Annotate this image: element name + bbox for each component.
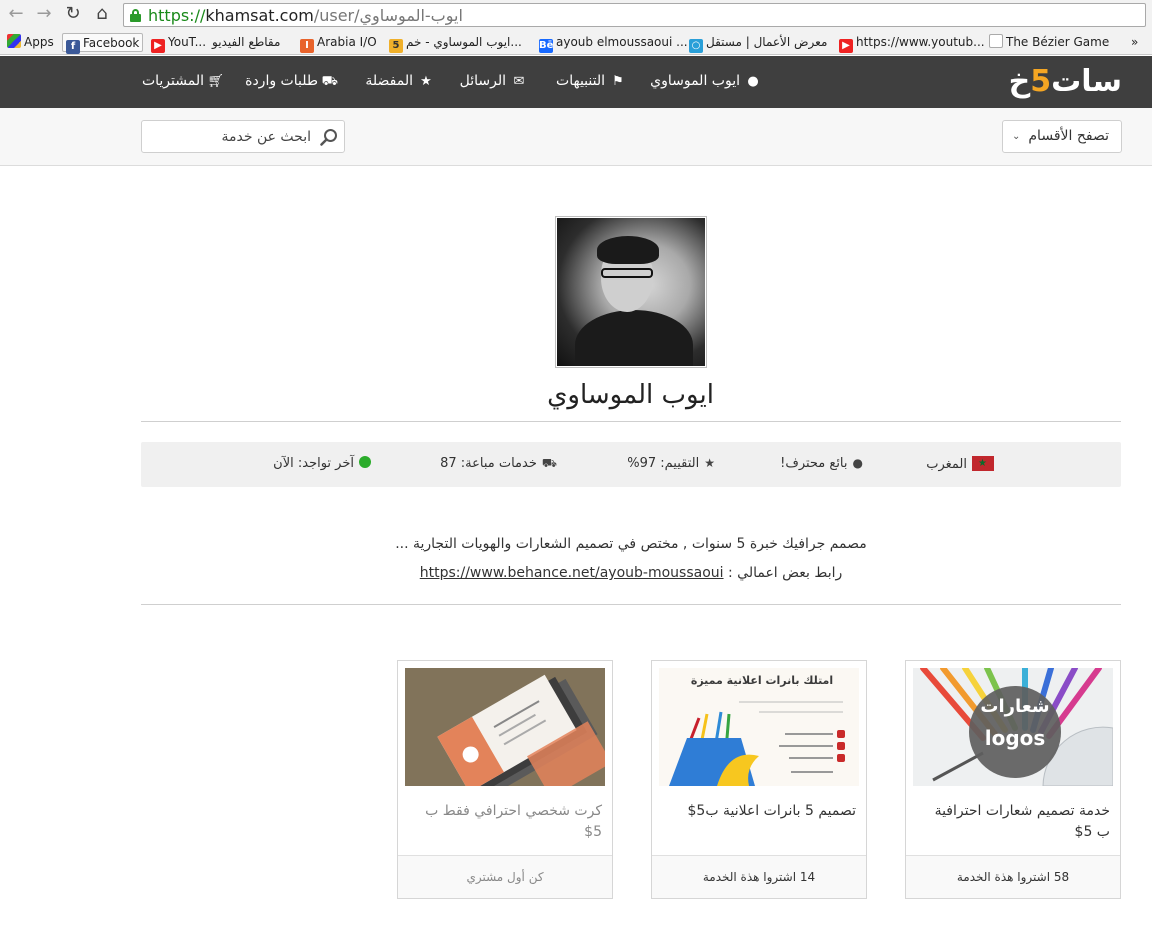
bookmarks-overflow-chevron-icon[interactable]: » [1131, 33, 1138, 52]
star-icon: ★ [704, 456, 715, 470]
morocco-flag-icon [972, 456, 994, 471]
search-bar-row: تصفح الأقسام ⌄ [0, 108, 1152, 166]
service-sales-count: كن أول مشتري [398, 855, 612, 898]
thumb-text-latin: logos [984, 726, 1046, 750]
stat-country: المغرب [926, 456, 994, 472]
divider [141, 421, 1121, 422]
arabia-io-icon: I [300, 39, 314, 53]
online-status-icon [359, 456, 371, 468]
page-icon [989, 34, 1003, 48]
bio-portfolio-line: رابط بعض اعمالي : https://www.behance.ne… [419, 565, 843, 581]
profile-bio: مصمم جرافيك خبرة 5 سنوات , مختص في تصميم… [141, 530, 1121, 588]
service-thumbnail[interactable]: امتلك بانرات اعلانية مميزة [659, 668, 859, 786]
bookmark-apps[interactable]: Apps [4, 33, 54, 52]
site-header: سات5خ ●ايوب الموساوي ⚑التنبيهات ✉الرسائل… [0, 56, 1152, 108]
apps-grid-icon [7, 34, 21, 48]
divider [141, 604, 1121, 605]
youtube-icon: ▶ [839, 39, 853, 53]
service-title[interactable]: خدمة تصميم شعارات احترافية ب 5$ [918, 801, 1110, 843]
browser-toolbar: ← → ↻ ⌂ https://khamsat.com/user/ايوب-ال… [0, 0, 1152, 30]
bookmarks-bar: Apps f Facebook ▶ YouT... مقاطع الفيديو IA… [0, 30, 1152, 55]
bio-text: مصمم جرافيك خبرة 5 سنوات , مختص في تصميم… [395, 536, 867, 552]
reload-icon[interactable]: ↻ [63, 4, 83, 24]
truck-icon: ⛟ [541, 456, 557, 470]
youtube-icon: ▶ [151, 39, 165, 53]
cart-icon: 🛒︎ [207, 74, 224, 89]
service-card[interactable]: كرت شخصي احترافي فقط ب 5$ كن أول مشتري [397, 660, 613, 899]
profile-name: ايوب الموساوي [547, 380, 714, 410]
bookmark-mostaql[interactable]: ○ معرض الأعمال | مستقل [686, 33, 827, 53]
truck-icon: ⛟ [321, 74, 338, 89]
user-icon: ● [747, 74, 759, 89]
stat-seller-level: ●بائع محترف! [780, 456, 863, 471]
service-sales-count: 14 اشتروا هذة الخدمة [652, 855, 866, 898]
nav-purchases[interactable]: 🛒︎المشتريات [142, 73, 224, 89]
user-icon: ● [852, 456, 863, 470]
flag-icon: ⚑ [612, 74, 624, 89]
lock-icon [130, 9, 141, 22]
service-sales-count: 58 اشتروا هذة الخدمة [906, 855, 1120, 898]
bookmark-youtube-2[interactable]: ▶ https://www.youtub... [836, 33, 985, 53]
profile-stats-bar: المغرب ●بائع محترف! ★التقييم: 97% ⛟خدمات… [141, 442, 1121, 487]
stat-services-sold: ⛟خدمات مباعة: 87 [440, 456, 557, 471]
bookmark-youtube-1[interactable]: ▶ YouT... [148, 33, 206, 53]
nav-favorites[interactable]: ★المفضلة [365, 73, 433, 89]
envelope-icon: ✉ [513, 74, 525, 89]
service-title[interactable]: تصميم 5 بانرات اعلانية ب5$ [664, 801, 857, 822]
back-arrow-icon[interactable]: ← [6, 4, 26, 24]
service-title[interactable]: كرت شخصي احترافي فقط ب 5$ [410, 801, 602, 843]
nav-messages[interactable]: ✉الرسائل [460, 73, 526, 89]
thumb-text-arabic: شعارات [980, 696, 1050, 717]
browse-categories-dropdown[interactable]: تصفح الأقسام ⌄ [1002, 120, 1122, 153]
service-thumbnail[interactable]: شعارات logos [913, 668, 1113, 786]
service-card[interactable]: شعارات logos خدمة تصميم شعارات احترافية … [905, 660, 1121, 899]
bookmark-khamsat[interactable]: 5 ايوب الموساوي - خم... [386, 33, 522, 53]
url-text: https://khamsat.com/user/ايوب-الموساوي [148, 6, 463, 25]
bookmark-facebook[interactable]: f Facebook [62, 33, 144, 54]
star-icon: ★ [420, 74, 432, 89]
profile-avatar [555, 216, 707, 368]
search-input[interactable] [142, 121, 317, 152]
bookmark-bezier-game[interactable]: The Bézier Game [986, 33, 1109, 52]
chevron-down-icon: ⌄ [1012, 131, 1021, 142]
nav-notifications[interactable]: ⚑التنبيهات [556, 73, 625, 89]
bookmark-behance[interactable]: Bē ayoub elmoussaoui ... [536, 33, 688, 53]
khamsat-logo[interactable]: سات5خ [1009, 64, 1123, 99]
nav-incoming-orders[interactable]: ⛟طلبات واردة [245, 73, 338, 91]
khamsat-icon: 5 [389, 39, 403, 53]
forward-arrow-icon[interactable]: → [34, 4, 54, 24]
bookmark-arabia-io[interactable]: I Arabia I/O [297, 33, 377, 53]
stat-last-seen: آخر تواجد: الآن [273, 456, 371, 471]
stat-rating: ★التقييم: 97% [627, 456, 715, 471]
search-box [141, 120, 345, 153]
thumb-headline: امتلك بانرات اعلانية مميزة [690, 674, 834, 687]
service-thumbnail[interactable] [405, 668, 605, 786]
bookmark-videos[interactable]: مقاطع الفيديو [212, 33, 280, 52]
behance-link[interactable]: https://www.behance.net/ayoub-moussaoui [420, 565, 724, 581]
service-card[interactable]: امتلك بانرات اعلانية مميزة تصميم 5 بانرا… [651, 660, 867, 899]
behance-icon: Bē [539, 39, 554, 53]
nav-user[interactable]: ●ايوب الموساوي [650, 73, 760, 89]
home-icon[interactable]: ⌂ [92, 4, 112, 24]
facebook-icon: f [66, 40, 80, 54]
search-icon[interactable] [320, 128, 338, 146]
address-bar[interactable]: https://khamsat.com/user/ايوب-الموساوي [123, 3, 1146, 27]
mostaql-icon: ○ [689, 39, 703, 53]
